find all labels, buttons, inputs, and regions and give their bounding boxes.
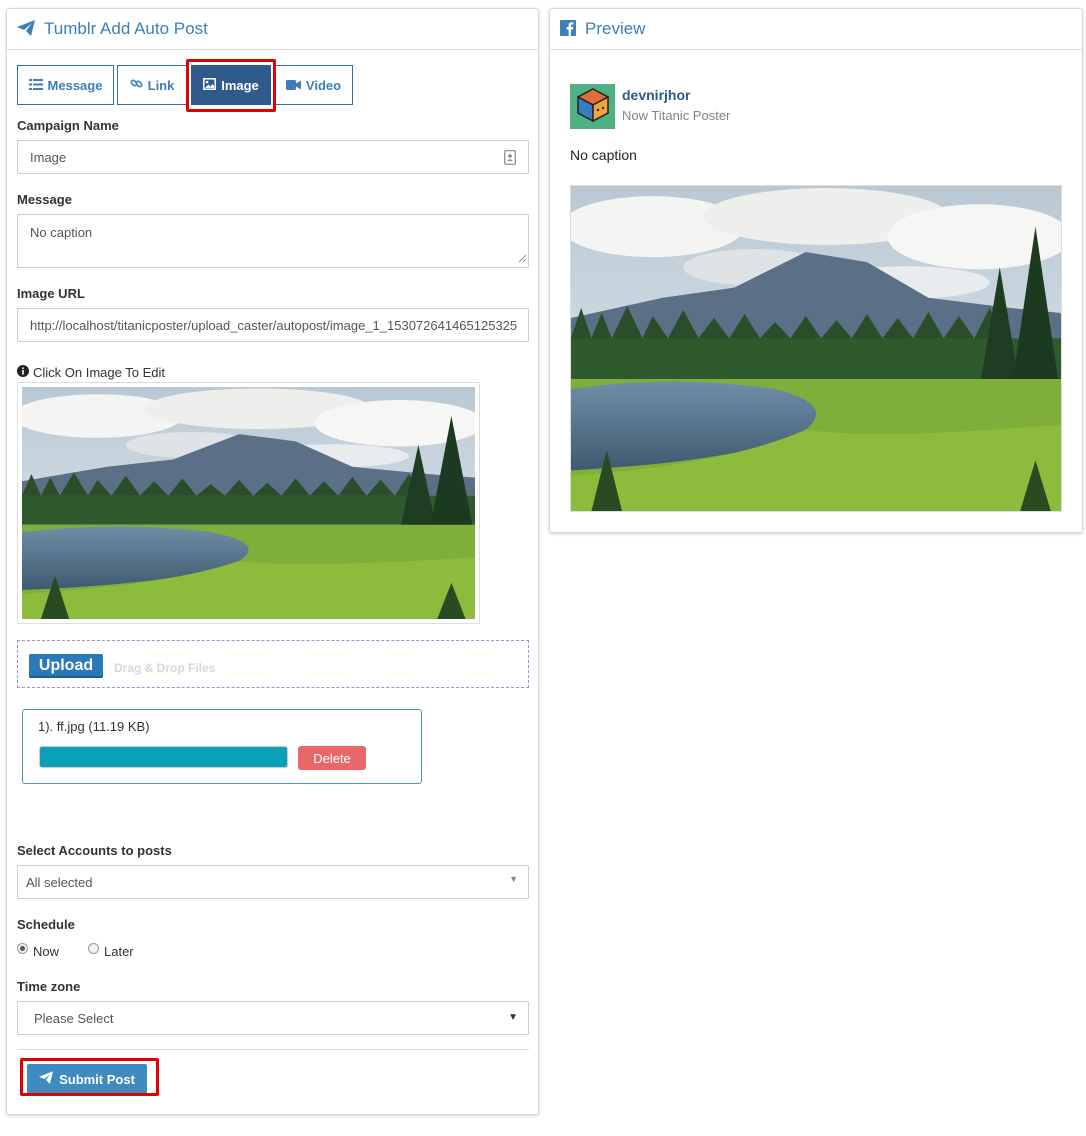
tab-image-label: Image	[221, 77, 259, 93]
edit-hint: Click On Image To Edit	[17, 365, 165, 380]
form-divider	[17, 1049, 529, 1050]
accounts-select[interactable]: All selected ▼	[17, 865, 529, 899]
image-url-value: http://localhost/titanicposter/upload_ca…	[30, 317, 518, 333]
tab-message[interactable]: Message	[17, 65, 114, 105]
upload-button[interactable]: Upload	[29, 654, 103, 678]
schedule-later-radio[interactable]	[88, 943, 99, 954]
file-name: 1). ff.jpg (11.19 KB)	[38, 719, 150, 734]
contact-card-icon	[504, 150, 516, 168]
tab-video-label: Video	[305, 77, 342, 93]
upload-progress-fill	[40, 747, 287, 767]
accounts-selected-value: All selected	[26, 874, 93, 890]
delete-file-button[interactable]: Delete	[298, 746, 366, 770]
schedule-later-label: Later	[104, 944, 134, 959]
uploaded-file-item: 1). ff.jpg (11.19 KB) Delete	[22, 709, 422, 784]
info-icon	[17, 365, 29, 380]
tab-video[interactable]: Video	[274, 65, 353, 105]
message-textarea[interactable]: No caption	[17, 214, 529, 268]
message-label: Message	[17, 192, 72, 207]
submit-post-label: Submit Post	[59, 1071, 135, 1087]
panel-title: Tumblr Add Auto Post	[44, 19, 208, 38]
tab-link[interactable]: Link	[117, 65, 187, 105]
preview-subtitle: Now Titanic Poster	[622, 108, 731, 123]
preview-panel-header: Preview	[550, 9, 1082, 50]
editable-image-frame[interactable]	[17, 382, 480, 624]
video-camera-icon	[285, 78, 301, 93]
dropdown-caret-icon: ▼	[508, 1012, 518, 1023]
image-icon	[203, 77, 217, 93]
timezone-label: Time zone	[17, 979, 81, 994]
landscape-image[interactable]	[22, 387, 475, 619]
submit-post-button[interactable]: Submit Post	[27, 1064, 147, 1094]
file-drop-zone[interactable]: Upload Drag & Drop Files	[17, 640, 529, 688]
link-icon	[130, 77, 143, 93]
timezone-select[interactable]: Please Select ▼	[17, 1001, 529, 1035]
message-value: No caption	[30, 225, 93, 240]
facebook-icon	[560, 19, 576, 39]
edit-hint-text: Click On Image To Edit	[33, 365, 165, 380]
preview-image	[570, 185, 1062, 512]
resize-handle-icon	[518, 250, 527, 265]
campaign-name-value: Image	[30, 149, 67, 165]
accounts-label: Select Accounts to posts	[17, 843, 172, 858]
add-post-panel: Tumblr Add Auto Post Message Link Image …	[6, 8, 539, 1115]
preview-username[interactable]: devnirjhor	[622, 87, 690, 103]
avatar	[570, 84, 615, 129]
tab-message-label: Message	[47, 77, 103, 93]
box-avatar-icon	[575, 88, 610, 125]
dropdown-caret-icon: ▼	[509, 874, 518, 884]
schedule-now-radio[interactable]	[17, 943, 28, 954]
preview-title: Preview	[585, 19, 646, 38]
timezone-selected-value: Please Select	[34, 1010, 114, 1026]
preview-caption: No caption	[570, 147, 637, 163]
schedule-label: Schedule	[17, 917, 75, 932]
tab-link-label: Link	[147, 77, 175, 93]
paper-plane-icon	[39, 1071, 54, 1087]
campaign-name-label: Campaign Name	[17, 118, 119, 133]
list-icon	[28, 78, 43, 93]
add-post-panel-header: Tumblr Add Auto Post	[7, 9, 538, 50]
campaign-name-input[interactable]: Image	[17, 140, 529, 174]
image-url-label: Image URL	[17, 286, 85, 301]
drag-drop-text: Drag & Drop Files	[114, 661, 216, 675]
paper-plane-icon	[17, 19, 35, 39]
image-url-input[interactable]: http://localhost/titanicposter/upload_ca…	[17, 308, 529, 342]
upload-progress-bar	[39, 746, 288, 768]
tab-image[interactable]: Image	[191, 65, 271, 105]
preview-panel: Preview devnirjhor Now Titanic Poster No…	[549, 8, 1083, 533]
schedule-now-label: Now	[33, 944, 60, 959]
